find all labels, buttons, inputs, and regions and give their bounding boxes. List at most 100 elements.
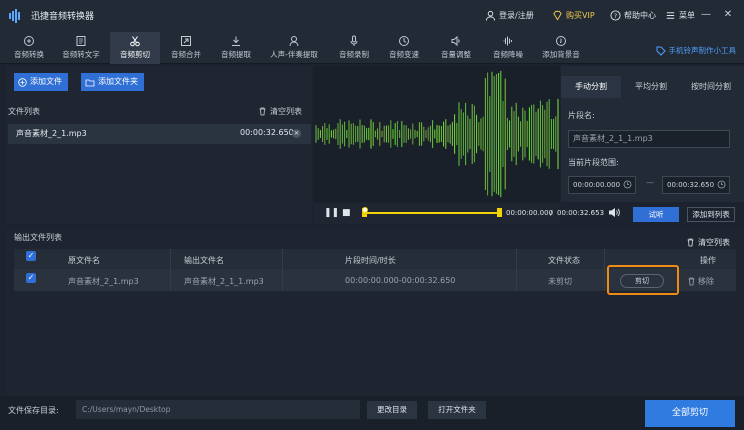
bgm-icon bbox=[556, 36, 566, 46]
column-divider bbox=[282, 249, 283, 291]
change-directory-button[interactable]: 更改目录 bbox=[367, 401, 417, 419]
mic-icon bbox=[350, 35, 358, 46]
tool-audio-denoise[interactable]: 音频降噪 bbox=[486, 32, 530, 64]
add-file-button[interactable]: 添加文件 bbox=[14, 73, 68, 91]
tool-label: 音频转文字 bbox=[62, 50, 100, 59]
minimize-icon[interactable]: — bbox=[700, 9, 712, 21]
vocal-icon bbox=[289, 36, 299, 47]
add-to-list-button[interactable]: 添加到列表 bbox=[687, 207, 735, 222]
row-file-status: 未剪切 bbox=[548, 277, 572, 286]
stop-icon[interactable]: ■ bbox=[342, 208, 351, 218]
trash-icon bbox=[259, 107, 266, 116]
range-end-value: 00:00:32.650 bbox=[667, 181, 715, 189]
merge-icon bbox=[181, 36, 191, 46]
tool-label: 音频提取 bbox=[221, 50, 251, 59]
help-center-button[interactable]: ? 帮助中心 bbox=[610, 10, 656, 21]
tab-manual-split[interactable]: 手动分割 bbox=[561, 76, 621, 98]
scissors-icon bbox=[130, 36, 140, 47]
vip-label: 购买VIP bbox=[566, 11, 595, 20]
speaker-icon[interactable] bbox=[608, 207, 620, 218]
tool-audio-to-text[interactable]: 音频转文字 bbox=[56, 32, 106, 64]
audio-waveform[interactable] bbox=[314, 66, 560, 202]
tool-label: 音频合并 bbox=[171, 50, 201, 59]
svg-text:?: ? bbox=[614, 12, 617, 20]
close-icon[interactable]: ✕ bbox=[722, 9, 734, 21]
save-path-field[interactable]: C:/Users/mayn/Desktop bbox=[76, 400, 360, 419]
trash-icon bbox=[688, 277, 695, 286]
reset-icon[interactable] bbox=[717, 180, 726, 189]
remove-file-icon[interactable]: × bbox=[292, 129, 301, 138]
playhead-knob[interactable] bbox=[362, 207, 368, 213]
login-label: 登录/注册 bbox=[499, 11, 534, 20]
app-title: 迅捷音频转换器 bbox=[31, 12, 95, 22]
tool-audio-record[interactable]: 音频录制 bbox=[332, 32, 376, 64]
denoise-icon bbox=[503, 36, 512, 46]
tab-time-split[interactable]: 按时间分割 bbox=[681, 76, 741, 98]
remove-row-button[interactable]: 移除 bbox=[687, 276, 714, 287]
time-separator: / bbox=[550, 209, 553, 217]
add-folder-label: 添加文件夹 bbox=[98, 77, 138, 86]
output-list-title: 输出文件列表 bbox=[14, 233, 62, 242]
select-all-checkbox[interactable]: ✓ bbox=[26, 251, 36, 261]
clear-output-label: 清空列表 bbox=[698, 238, 730, 247]
save-directory-label: 文件保存目录: bbox=[8, 406, 59, 415]
menu-button[interactable]: 菜单 bbox=[665, 10, 695, 21]
range-dash: — bbox=[646, 178, 654, 187]
ringtone-tool-link[interactable]: 手机铃声制作小工具 bbox=[656, 45, 737, 56]
folder-icon bbox=[85, 79, 95, 86]
tool-vocal-extract[interactable]: 人声-伴奏提取 bbox=[264, 32, 324, 64]
tool-volume-adjust[interactable]: 音量调整 bbox=[434, 32, 478, 64]
clear-output-list-button[interactable]: 清空列表 bbox=[686, 237, 730, 248]
buy-vip-button[interactable]: 购买VIP bbox=[552, 10, 595, 21]
tool-audio-speed[interactable]: 音频变速 bbox=[382, 32, 426, 64]
app-logo-icon bbox=[9, 9, 20, 23]
tool-label: 音量调整 bbox=[441, 50, 471, 59]
add-folder-button[interactable]: 添加文件夹 bbox=[81, 73, 144, 91]
tool-label: 音频剪切 bbox=[120, 50, 150, 59]
pause-icon[interactable]: ❚❚ bbox=[324, 208, 339, 218]
tool-label: 人声-伴奏提取 bbox=[270, 50, 318, 59]
tool-label: 音频降噪 bbox=[493, 50, 523, 59]
tool-label: 音频录制 bbox=[339, 50, 369, 59]
range-start-input[interactable]: 00:00:00.000 bbox=[568, 176, 636, 194]
remove-label: 移除 bbox=[698, 277, 714, 286]
range-start-value: 00:00:00.000 bbox=[573, 181, 621, 189]
login-button[interactable]: 登录/注册 bbox=[485, 10, 534, 21]
row-output-name: 声音素材_2_1_1.mp3 bbox=[184, 277, 264, 286]
tool-audio-cut[interactable]: 音频剪切 bbox=[110, 32, 160, 64]
ringtone-label: 手机铃声制作小工具 bbox=[668, 46, 737, 55]
open-folder-button[interactable]: 打开文件夹 bbox=[428, 401, 486, 419]
tool-add-bgm[interactable]: 添加背景音 bbox=[538, 32, 584, 64]
segment-range-label: 当前片段范围: bbox=[568, 158, 619, 167]
tab-average-split[interactable]: 平均分割 bbox=[621, 76, 681, 98]
range-end-handle[interactable] bbox=[497, 208, 502, 217]
clear-file-list-button[interactable]: 清空列表 bbox=[258, 106, 302, 117]
tool-audio-convert[interactable]: 音频转换 bbox=[8, 32, 50, 64]
menu-icon bbox=[666, 12, 675, 19]
segment-name-label: 片段名: bbox=[568, 111, 595, 120]
timeline-selection bbox=[364, 212, 500, 214]
file-list-title: 文件列表 bbox=[8, 107, 40, 116]
row-segment-time: 00:00:00.000-00:00:32.650 bbox=[345, 276, 456, 285]
row-source-name: 声音素材_2_1.mp3 bbox=[68, 277, 139, 286]
plus-circle-icon bbox=[18, 77, 27, 87]
preview-button[interactable]: 试听 bbox=[633, 207, 679, 222]
diamond-icon bbox=[553, 10, 562, 21]
column-divider bbox=[604, 249, 605, 291]
tool-audio-merge[interactable]: 音频合并 bbox=[164, 32, 208, 64]
speed-icon bbox=[399, 36, 409, 46]
title-bar: 迅捷音频转换器 登录/注册 购买VIP ? 帮助中心 菜单 — ✕ bbox=[0, 0, 744, 32]
extract-icon bbox=[232, 36, 240, 46]
col-segment-time: 片段时间/时长 bbox=[345, 256, 396, 265]
row-checkbox[interactable]: ✓ bbox=[26, 273, 36, 283]
menu-label: 菜单 bbox=[679, 11, 695, 20]
tool-label: 音频转换 bbox=[14, 50, 44, 59]
segment-name-input[interactable]: 声音素材_2_1_1.mp3 bbox=[568, 130, 730, 148]
tool-label: 音频变速 bbox=[389, 50, 419, 59]
tool-label: 添加背景音 bbox=[542, 50, 580, 59]
tool-audio-extract[interactable]: 音频提取 bbox=[214, 32, 258, 64]
range-end-input[interactable]: 00:00:32.650 bbox=[662, 176, 730, 194]
cut-button[interactable]: 剪切 bbox=[620, 274, 664, 288]
cut-all-button[interactable]: 全部剪切 bbox=[645, 400, 735, 427]
reset-icon[interactable] bbox=[623, 180, 632, 189]
